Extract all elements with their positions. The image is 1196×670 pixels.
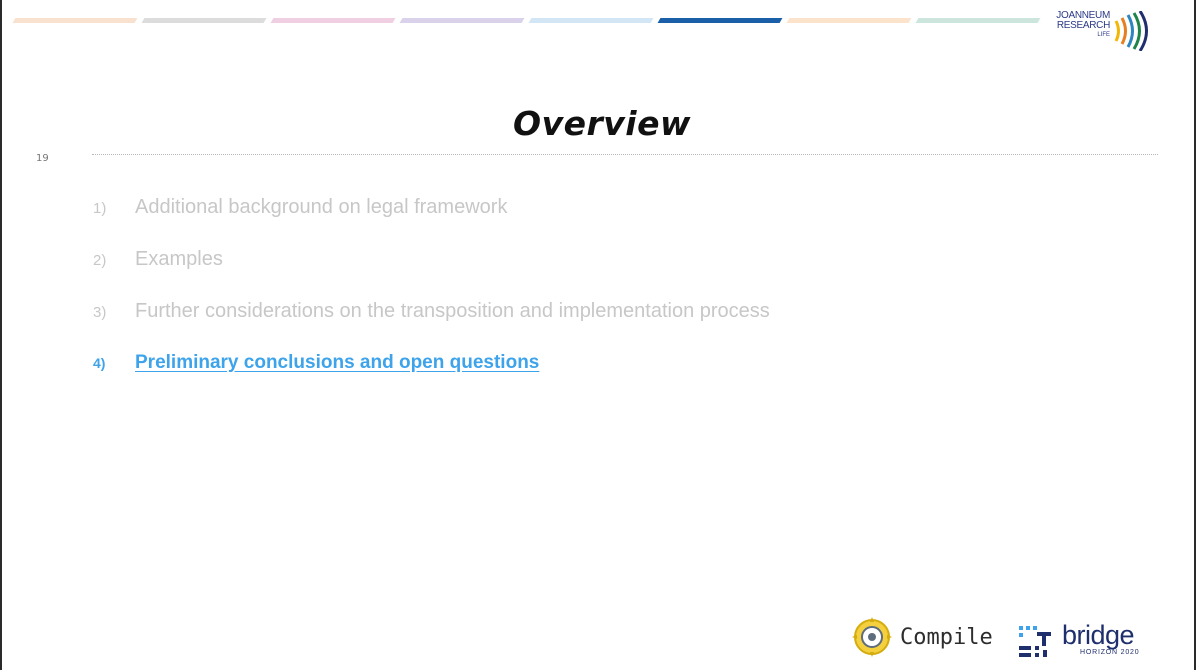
progress-segment xyxy=(915,18,1041,23)
agenda-item: 1) Additional background on legal framewo… xyxy=(93,196,770,248)
compile-wordmark: Compile xyxy=(900,625,993,650)
agenda-number: 4) xyxy=(93,355,106,371)
title-divider xyxy=(92,154,1158,155)
agenda-label: Additional background on legal framework xyxy=(135,196,508,218)
logo-line3: LIFE xyxy=(1097,32,1110,38)
agenda-number: 1) xyxy=(93,200,107,217)
progress-segment xyxy=(528,18,654,23)
logo-line2: RESEARCH xyxy=(1056,20,1110,31)
joanneum-research-logo: JOANNEUM RESEARCH LIFE xyxy=(1036,11,1158,51)
progress-segment xyxy=(786,18,912,23)
agenda-item-active[interactable]: 4) Preliminary conclusions and open quest… xyxy=(93,352,770,404)
agenda-item: 2) Examples xyxy=(93,248,770,300)
compile-emblem-icon xyxy=(852,617,892,657)
slide-title: Overview xyxy=(513,104,691,143)
progress-segment xyxy=(141,18,267,23)
progress-segment xyxy=(399,18,525,23)
logo-text: JOANNEUM RESEARCH xyxy=(1036,11,1110,31)
agenda-number: 3) xyxy=(93,304,107,321)
agenda-label: Examples xyxy=(135,248,223,270)
bridge-wordmark: bridge xyxy=(1062,620,1135,650)
progress-segment-active xyxy=(657,18,783,23)
bridge-subtitle: HORIZON 2020 xyxy=(1080,649,1140,656)
agenda-item: 3) Further considerations on the transpos… xyxy=(93,300,770,352)
compile-logo: Compile xyxy=(850,615,993,659)
progress-segment xyxy=(12,18,138,23)
slide: JOANNEUM RESEARCH LIFE 19 Overview 1) Add… xyxy=(0,0,1196,670)
slide-number: 19 xyxy=(36,153,49,164)
bridge-emblem-icon xyxy=(1019,626,1051,657)
signal-waves-icon xyxy=(1114,11,1148,51)
progress-bar xyxy=(4,18,1041,23)
agenda-number: 2) xyxy=(93,252,107,269)
agenda-list: 1) Additional background on legal framewo… xyxy=(93,196,770,404)
progress-segment xyxy=(270,18,396,23)
agenda-link[interactable]: Preliminary conclusions and open questio… xyxy=(135,352,539,373)
bridge-logo: bridge HORIZON 2020 xyxy=(1017,620,1162,662)
agenda-label: Further considerations on the transposit… xyxy=(135,300,770,322)
